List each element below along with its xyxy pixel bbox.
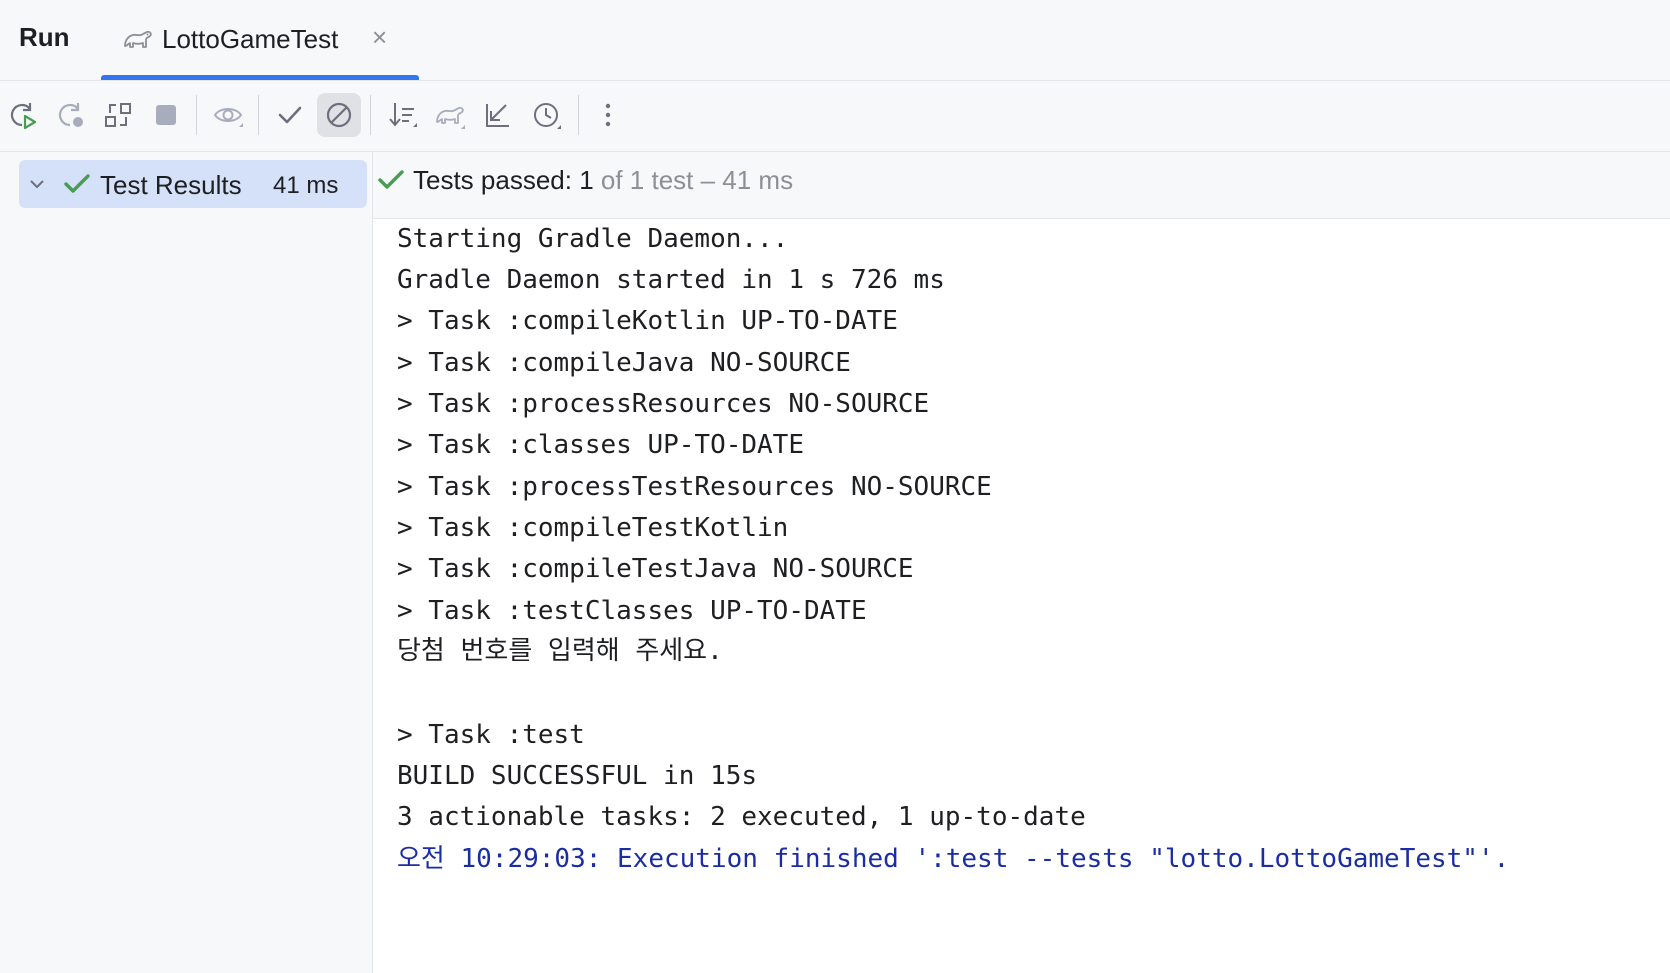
console-line: > Task :testClasses UP-TO-DATE — [397, 596, 867, 626]
toolbar-separator — [370, 95, 371, 135]
toolbar-separator — [578, 95, 579, 135]
history-icon[interactable] — [524, 93, 568, 137]
console-line: > Task :classes UP-TO-DATE — [397, 430, 804, 460]
tests-passed-summary: Tests passed: 1 of 1 test – 41 ms — [413, 165, 793, 196]
console-line: > Task :processTestResources NO-SOURCE — [397, 472, 992, 502]
tree-item-duration: 41 ms — [273, 172, 339, 199]
close-icon[interactable]: × — [372, 22, 387, 53]
gradle-elephant-icon — [124, 30, 152, 48]
console-line: 3 actionable tasks: 2 executed, 1 up-to-… — [397, 802, 1086, 832]
console-line: > Task :compileKotlin UP-TO-DATE — [397, 306, 898, 336]
tab-lotto-game-test[interactable]: LottoGameTest × — [100, 0, 420, 80]
rerun-icon[interactable] — [0, 93, 44, 137]
console-line: 당첨 번호를 입력해 주세요. — [397, 636, 723, 666]
tree-item-label: Test Results — [100, 170, 242, 200]
toolbar-separator — [196, 95, 197, 135]
console-line: BUILD SUCCESSFUL in 15s — [397, 761, 758, 791]
tests-passed-count: Tests passed: 1 — [413, 165, 594, 195]
console-line: Gradle Daemon started in 1 s 726 ms — [397, 265, 945, 295]
tab-title: LottoGameTest — [162, 24, 339, 54]
console-line: > Task :compileTestJava NO-SOURCE — [397, 554, 914, 584]
test-tree-panel: Test Results 41 ms — [0, 152, 373, 973]
console-line: > Task :test — [397, 720, 585, 750]
console-line: Starting Gradle Daemon... — [397, 224, 789, 254]
checkmark-icon[interactable] — [268, 93, 312, 137]
console-line: > Task :compileTestKotlin — [397, 513, 789, 543]
show-ignored-icon[interactable] — [317, 93, 361, 137]
passed-check-icon — [64, 174, 90, 193]
toggle-auto-test-icon[interactable] — [96, 93, 140, 137]
rerun-failed-icon[interactable] — [48, 93, 92, 137]
tests-passed-detail: of 1 test – 41 ms — [593, 165, 794, 195]
gradle-icon[interactable] — [428, 93, 472, 137]
console-line: > Task :processResources NO-SOURCE — [397, 389, 930, 419]
stop-icon[interactable] — [144, 93, 188, 137]
tree-item-test-results[interactable]: Test Results 41 ms — [19, 160, 367, 208]
test-status-bar: Tests passed: 1 of 1 test – 41 ms — [373, 152, 1670, 219]
run-tool-window-header: Run LottoGameTest × — [0, 0, 1670, 81]
toolbar-separator — [258, 95, 259, 135]
sort-icon[interactable] — [380, 93, 424, 137]
run-toolbar — [0, 81, 1670, 152]
more-icon[interactable] — [586, 93, 630, 137]
collapse-import-icon[interactable] — [476, 93, 520, 137]
show-passed-icon[interactable] — [206, 93, 250, 137]
chevron-down-icon[interactable] — [27, 174, 47, 194]
console-line: > Task :compileJava NO-SOURCE — [397, 348, 851, 378]
execution-finished-line: 오전 10:29:03: Execution finished ':test -… — [397, 844, 1510, 874]
run-title: Run — [19, 22, 70, 52]
passed-check-icon — [378, 170, 404, 189]
active-tab-indicator — [101, 75, 419, 80]
console-output[interactable]: Starting Gradle Daemon... Gradle Daemon … — [373, 219, 1670, 973]
